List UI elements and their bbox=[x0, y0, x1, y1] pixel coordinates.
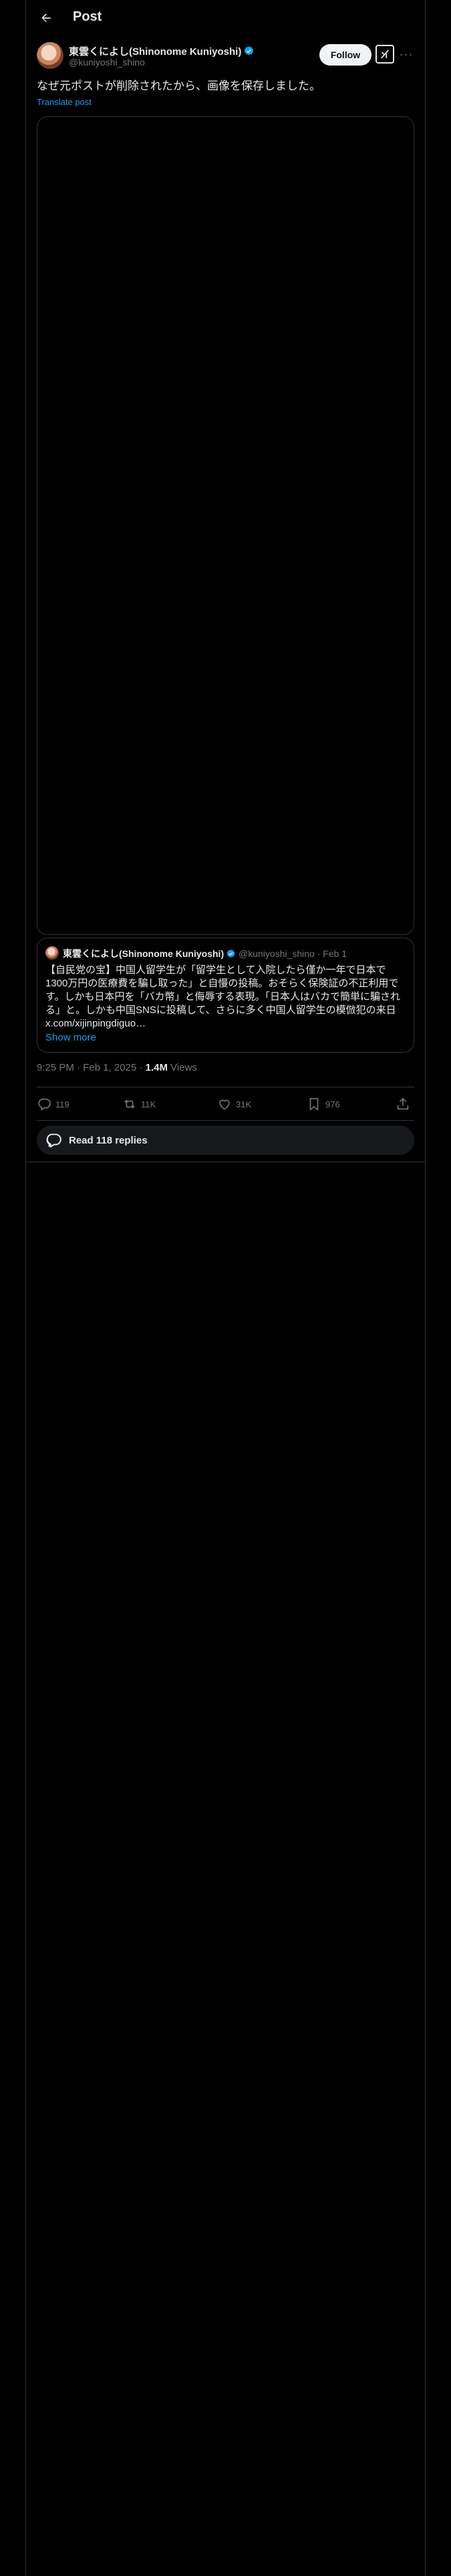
quote-date: Feb 1 bbox=[323, 948, 347, 959]
page-title: Post bbox=[73, 9, 102, 24]
top-bar: Post bbox=[26, 0, 425, 35]
views-label: Views bbox=[170, 1062, 197, 1073]
quote-author-name: 東雲くによし(Shinonome Kuniyoshi) bbox=[63, 948, 224, 959]
post-media[interactable] bbox=[37, 116, 414, 935]
grok-icon bbox=[381, 49, 389, 59]
quoted-post[interactable]: 東雲くによし(Shinonome Kuniyoshi) @kuniyoshi_s… bbox=[37, 938, 414, 1053]
more-options-button[interactable]: ··· bbox=[398, 45, 414, 64]
read-replies-button[interactable]: Read 118 replies bbox=[37, 1125, 414, 1155]
translate-post-link[interactable]: Translate post bbox=[37, 97, 92, 107]
author-name[interactable]: 東雲くによし(Shinonome Kuniyoshi) bbox=[69, 44, 255, 58]
primary-column: Post 東雲くによし(Shinonome Kuniyoshi) @kuniyo… bbox=[25, 0, 426, 2576]
views-count: 1.4M bbox=[145, 1062, 168, 1073]
quote-header: 東雲くによし(Shinonome Kuniyoshi) @kuniyoshi_s… bbox=[63, 947, 347, 960]
repost-icon bbox=[124, 1099, 135, 1109]
quote-author-handle: @kuniyoshi_shino bbox=[239, 948, 315, 959]
follow-button[interactable]: Follow bbox=[319, 44, 371, 66]
repost-count: 11K bbox=[141, 1099, 156, 1109]
post-text: なぜ元ポストが削除されたから、画像を保存しました。 bbox=[37, 80, 321, 92]
like-button[interactable]: 31K bbox=[217, 1097, 251, 1111]
bookmark-count: 976 bbox=[325, 1099, 340, 1109]
author-handle[interactable]: @kuniyoshi_shino bbox=[69, 57, 145, 68]
verified-badge-icon bbox=[245, 46, 254, 56]
bookmark-icon bbox=[309, 1097, 319, 1111]
repost-button[interactable]: 11K bbox=[122, 1097, 156, 1111]
share-icon bbox=[397, 1097, 409, 1110]
divider bbox=[37, 1120, 414, 1121]
post-meta: 9:25 PM · Feb 1, 2025 · 1.4M Views bbox=[37, 1062, 197, 1073]
verified-badge-icon bbox=[227, 949, 235, 958]
like-count: 31K bbox=[236, 1099, 252, 1109]
bookmark-button[interactable]: 976 bbox=[307, 1097, 340, 1111]
read-replies-label: Read 118 replies bbox=[69, 1134, 148, 1146]
show-more-link[interactable]: Show more bbox=[45, 1032, 96, 1043]
action-bar: 119 11K 31K 976 bbox=[37, 1093, 414, 1117]
quote-separator: · bbox=[317, 948, 321, 959]
back-button[interactable] bbox=[37, 9, 55, 27]
grok-button[interactable] bbox=[375, 45, 394, 64]
reply-button[interactable]: 119 bbox=[37, 1097, 69, 1111]
reply-icon bbox=[38, 1098, 51, 1111]
post-date[interactable]: Feb 1, 2025 bbox=[83, 1062, 136, 1073]
post-time[interactable]: 9:25 PM bbox=[37, 1062, 74, 1073]
arrow-left-icon bbox=[41, 13, 51, 22]
quote-text: 【自民党の宝】中国人留学生が「留学生として入院したら僅か一年で日本で1300万円… bbox=[45, 964, 401, 1029]
post-author: 東雲くによし(Shinonome Kuniyoshi) @kuniyoshi_s… bbox=[37, 42, 414, 70]
replies-icon bbox=[46, 1134, 61, 1148]
quote-avatar bbox=[45, 946, 59, 960]
meta-separator: · bbox=[77, 1062, 81, 1073]
heart-icon bbox=[219, 1099, 230, 1110]
reply-count: 119 bbox=[55, 1099, 69, 1109]
meta-separator: · bbox=[139, 1062, 143, 1073]
share-button[interactable] bbox=[396, 1097, 414, 1111]
avatar[interactable] bbox=[37, 42, 63, 69]
